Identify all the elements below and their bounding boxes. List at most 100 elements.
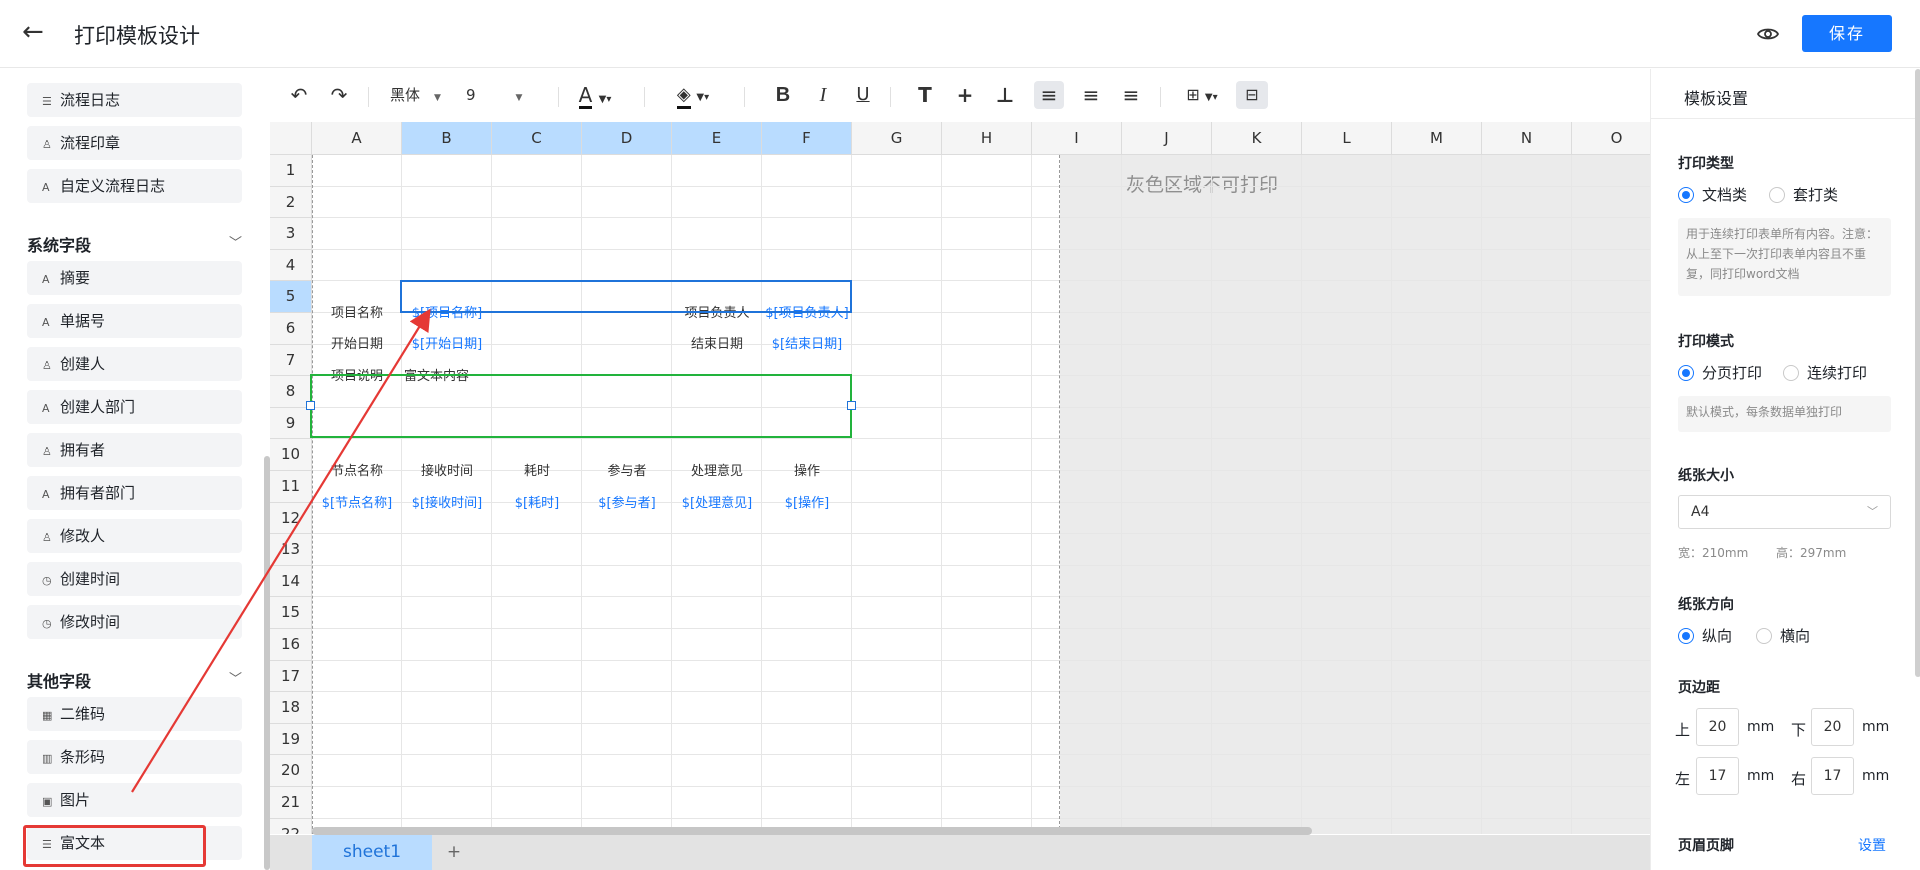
row-header-7[interactable]: 7 [270,344,312,377]
column-header-d[interactable]: D [582,122,672,155]
row-header-3[interactable]: 3 [270,218,312,250]
table-variable-cell[interactable]: $[处理意见] [672,492,762,511]
field-item-doc-number[interactable]: A 单据号 [27,304,242,338]
resize-handle-right[interactable] [847,401,856,410]
system-fields-group[interactable]: 系统字段 ﹀ [27,232,242,256]
row-header-17[interactable]: 17 [270,660,312,693]
field-item-summary[interactable]: A 摘要 [27,261,242,295]
cell-f4[interactable]: $[结束日期] [762,333,852,352]
field-item-creator-dept[interactable]: A 创建人部门 [27,390,242,424]
field-item-flow-seal[interactable]: ♙ 流程印章 [27,126,242,160]
detail-table-range[interactable] [310,374,852,438]
align-right-icon[interactable]: ≡ [1116,81,1146,109]
italic-button[interactable]: I [810,81,836,109]
spreadsheet-grid[interactable]: 灰色区域不可打印 A B C D E F G H I J K L M N O 1 2 3 4 5 6 7 8 9 10 11 12 1… [270,122,1650,834]
row-header-22[interactable]: 22 [270,818,312,834]
field-item-modified-time[interactable]: ◷ 修改时间 [27,605,242,639]
row-header-21[interactable]: 21 [270,787,312,819]
row-header-2[interactable]: 2 [270,186,312,219]
horizontal-scrollbar[interactable] [312,827,1312,835]
column-header-n[interactable]: N [1482,122,1572,155]
table-header-cell[interactable]: 节点名称 [312,460,402,479]
table-header-cell[interactable]: 操作 [762,460,852,479]
row-header-11[interactable]: 11 [270,471,312,503]
font-color-button[interactable]: A ▼▾ [570,81,620,109]
cell-a4[interactable]: 开始日期 [312,333,402,352]
field-item-qrcode[interactable]: ▦ 二维码 [27,697,242,731]
bold-button[interactable]: B [770,81,796,109]
row-header-10[interactable]: 10 [270,439,312,471]
row-header-12[interactable]: 12 [270,502,312,535]
align-top-icon[interactable]: T [912,81,938,109]
cell-e4[interactable]: 结束日期 [672,333,762,352]
other-fields-group[interactable]: 其他字段 ﹀ [27,668,242,692]
select-all-corner[interactable] [270,122,312,155]
cell-a3[interactable]: 项目名称 [312,302,402,321]
table-variable-cell[interactable]: $[节点名称] [312,492,402,511]
field-item-creator[interactable]: ♙ 创建人 [27,347,242,381]
column-header-l[interactable]: L [1302,122,1392,155]
align-middle-icon[interactable]: + [952,81,978,109]
resize-handle-left[interactable] [306,401,315,410]
margin-left-input[interactable]: 17 [1696,757,1739,795]
field-item-owner-dept[interactable]: A 拥有者部门 [27,476,242,510]
header-footer-settings-link[interactable]: 设置 [1858,835,1886,855]
sheet-tab-sheet1[interactable]: sheet1 [312,835,432,870]
back-arrow-icon[interactable]: ← [22,16,54,48]
radio-paged-print[interactable]: 分页打印 [1678,362,1762,383]
table-header-cell[interactable]: 接收时间 [402,460,492,479]
align-center-icon[interactable]: ≡ [1076,81,1106,109]
column-header-a[interactable]: A [312,122,402,155]
row-header-20[interactable]: 20 [270,755,312,787]
column-header-c[interactable]: C [492,122,582,155]
radio-landscape[interactable]: 横向 [1756,625,1810,646]
row-header-18[interactable]: 18 [270,692,312,724]
row-header-9[interactable]: 9 [270,407,312,440]
redo-icon[interactable]: ↷ [326,81,352,109]
column-header-k[interactable]: K [1212,122,1302,155]
column-header-m[interactable]: M [1392,122,1482,155]
column-header-o[interactable]: O [1572,122,1650,155]
row-header-13[interactable]: 13 [270,534,312,566]
table-variable-cell[interactable]: $[操作] [762,492,852,511]
field-item-barcode[interactable]: ▥ 条形码 [27,740,242,774]
cell-b4[interactable]: $[开始日期] [402,333,492,352]
table-header-cell[interactable]: 处理意见 [672,460,762,479]
paper-size-select[interactable]: A4 ﹀ [1678,495,1891,529]
underline-button[interactable]: U [850,81,876,109]
align-left-icon[interactable]: ≡ [1034,81,1064,109]
fill-color-button[interactable]: ◈ ▼▾ [668,81,718,109]
field-item-image[interactable]: ▣ 图片 [27,783,242,817]
margin-right-input[interactable]: 17 [1811,757,1854,795]
table-variable-cell[interactable]: $[耗时] [492,492,582,511]
row-header-6[interactable]: 6 [270,313,312,345]
merge-cells-icon[interactable]: ⊟ [1236,81,1268,109]
field-item-owner[interactable]: ♙ 拥有者 [27,433,242,467]
column-header-i[interactable]: I [1032,122,1122,155]
add-sheet-button[interactable]: + [442,835,466,870]
column-header-b[interactable]: B [402,122,492,155]
radio-continuous-print[interactable]: 连续打印 [1783,362,1867,383]
margin-bottom-input[interactable]: 20 [1811,708,1854,746]
table-header-cell[interactable]: 参与者 [582,460,672,479]
font-family-select[interactable]: 黑体 ▼ [390,82,441,111]
column-header-h[interactable]: H [942,122,1032,155]
eye-icon[interactable] [1756,22,1780,46]
field-item-flow-log[interactable]: ☰ 流程日志 [27,83,242,117]
table-variable-cell[interactable]: $[接收时间] [402,492,492,511]
align-bottom-icon[interactable]: ⊥ [992,81,1018,109]
table-variable-cell[interactable]: $[参与者] [582,492,672,511]
row-header-5[interactable]: 5 [270,281,312,313]
table-header-cell[interactable]: 耗时 [492,460,582,479]
radio-overlay-type[interactable]: 套打类 [1769,184,1838,205]
radio-document-type[interactable]: 文档类 [1678,184,1747,205]
field-item-created-time[interactable]: ◷ 创建时间 [27,562,242,596]
margin-top-input[interactable]: 20 [1696,708,1739,746]
row-header-4[interactable]: 4 [270,249,312,282]
row-header-1[interactable]: 1 [270,155,312,187]
row-header-16[interactable]: 16 [270,629,312,661]
field-item-custom-flow-log[interactable]: A 自定义流程日志 [27,169,242,203]
right-panel-scrollbar[interactable] [1915,69,1920,677]
column-header-e[interactable]: E [672,122,762,155]
radio-portrait[interactable]: 纵向 [1678,625,1732,646]
